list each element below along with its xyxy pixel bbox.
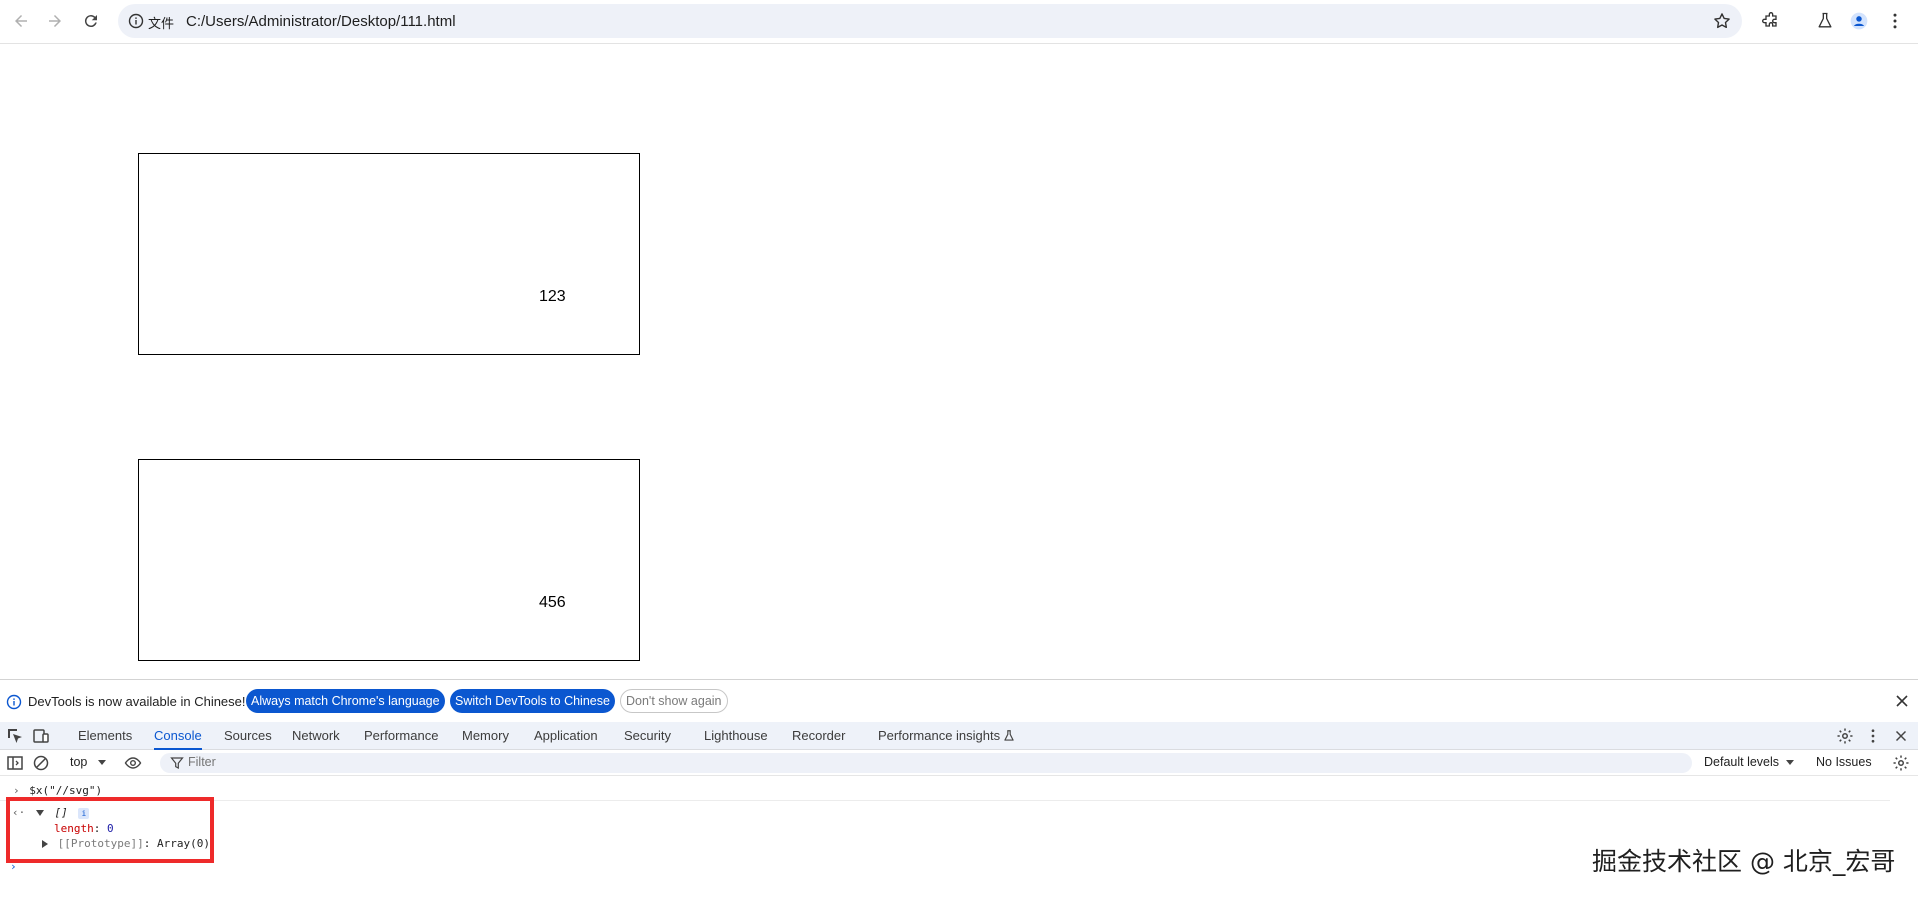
- reload-button[interactable]: [78, 8, 104, 34]
- console-command: $x("//svg"): [29, 784, 103, 797]
- chevron-right-icon: ›: [13, 784, 20, 797]
- info-icon: [128, 13, 144, 29]
- tab-performance-insights[interactable]: Performance insights: [878, 722, 1000, 750]
- chevron-down-icon: [98, 760, 106, 765]
- settings-icon[interactable]: [1836, 727, 1854, 745]
- tab-security[interactable]: Security: [624, 722, 671, 750]
- divider: [0, 800, 1890, 801]
- url-text[interactable]: C:/Users/Administrator/Desktop/111.html: [186, 13, 456, 30]
- dont-show-again-button[interactable]: Don't show again: [620, 689, 728, 713]
- context-selector[interactable]: top: [70, 755, 87, 769]
- content-box-2: 456: [138, 459, 640, 661]
- devtools-tabs: Elements Console Sources Network Perform…: [0, 722, 1918, 750]
- box-2-text: 456: [539, 594, 566, 611]
- console-settings-icon[interactable]: [1892, 754, 1910, 772]
- menu-button[interactable]: [1884, 10, 1906, 32]
- arrow-left-icon: [15, 15, 27, 27]
- avatar-icon: [1850, 12, 1868, 30]
- more-vertical-icon[interactable]: [1864, 727, 1882, 745]
- filter-icon: [170, 757, 184, 770]
- content-box-1: 123: [138, 153, 640, 355]
- tab-console[interactable]: Console: [154, 722, 202, 750]
- device-toolbar-icon[interactable]: [32, 727, 50, 745]
- eye-icon[interactable]: [124, 754, 142, 772]
- annotation-highlight-box: [6, 797, 214, 863]
- inspect-element-icon[interactable]: [6, 727, 24, 745]
- info-icon: [6, 694, 22, 710]
- arrow-right-icon: [49, 15, 61, 27]
- chevron-down-icon: [1786, 760, 1794, 765]
- tab-performance[interactable]: Performance: [364, 722, 438, 750]
- forward-button[interactable]: [42, 8, 68, 34]
- switch-chinese-button[interactable]: Switch DevTools to Chinese: [450, 689, 615, 713]
- console-output[interactable]: › $x("//svg") ‹· [] i length: 0 [[Protot…: [0, 776, 1918, 897]
- console-toolbar: top Default levels No Issues: [0, 750, 1918, 776]
- box-1-text: 123: [539, 288, 566, 305]
- sidebar-toggle-icon[interactable]: [6, 754, 24, 772]
- clear-console-icon[interactable]: [32, 754, 50, 772]
- more-vertical-icon: [1893, 13, 1897, 29]
- flask-icon: [1004, 730, 1014, 741]
- tab-application[interactable]: Application: [534, 722, 598, 750]
- profile-button[interactable]: [1848, 10, 1870, 32]
- extensions-button[interactable]: [1760, 10, 1782, 32]
- puzzle-icon: [1762, 12, 1777, 27]
- tab-lighthouse[interactable]: Lighthouse: [704, 722, 768, 750]
- close-devtools-icon[interactable]: [1892, 727, 1910, 745]
- tab-network[interactable]: Network: [292, 722, 340, 750]
- console-input-line: › $x("//svg"): [13, 784, 102, 797]
- match-language-button[interactable]: Always match Chrome's language: [246, 689, 445, 713]
- language-infobar: DevTools is now available in Chinese! Al…: [0, 680, 1918, 722]
- filter-field[interactable]: [160, 753, 1692, 773]
- close-icon[interactable]: [1894, 693, 1910, 709]
- issues-counter[interactable]: No Issues: [1816, 755, 1872, 769]
- address-bar[interactable]: 文件 C:/Users/Administrator/Desktop/111.ht…: [118, 4, 1742, 38]
- browser-toolbar: 文件 C:/Users/Administrator/Desktop/111.ht…: [0, 0, 1918, 44]
- star-icon[interactable]: [1712, 11, 1732, 31]
- tab-elements[interactable]: Elements: [78, 722, 132, 750]
- flask-icon: [1818, 12, 1832, 28]
- labs-button[interactable]: [1814, 10, 1836, 32]
- tab-sources[interactable]: Sources: [224, 722, 272, 750]
- scheme-label: 文件: [148, 17, 175, 32]
- tab-recorder[interactable]: Recorder: [792, 722, 845, 750]
- reload-icon: [84, 15, 97, 28]
- tab-memory[interactable]: Memory: [462, 722, 509, 750]
- filter-input[interactable]: [188, 755, 588, 769]
- watermark-text: 掘金技术社区 @ 北京_宏哥: [1592, 847, 1896, 876]
- infobar-message: DevTools is now available in Chinese!: [28, 694, 246, 709]
- back-button[interactable]: [8, 8, 34, 34]
- log-levels-selector[interactable]: Default levels: [1704, 755, 1779, 769]
